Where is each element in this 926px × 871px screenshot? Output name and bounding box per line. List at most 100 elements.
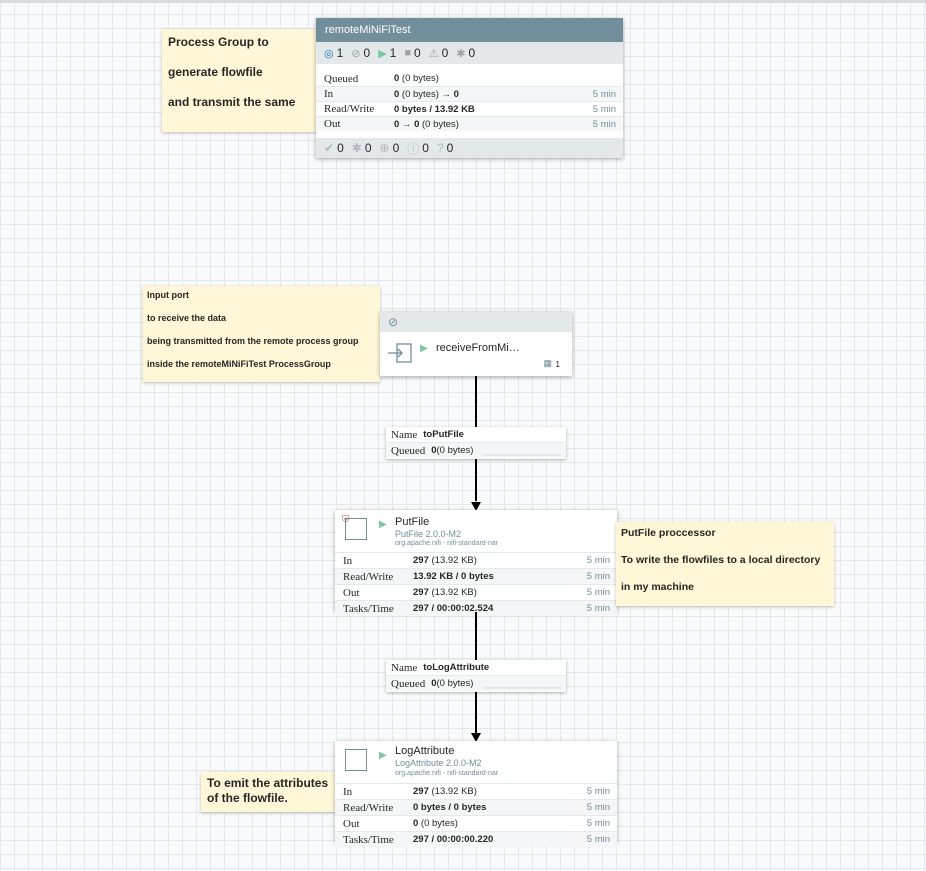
input-port-note[interactable]: Input port to receive the data being tra… xyxy=(143,286,380,382)
logattribute-note[interactable]: To emit the attributes of the flowfile. xyxy=(201,772,335,812)
input-port-icon xyxy=(388,343,412,363)
note-line: To write the flowfiles to a local direct… xyxy=(621,554,821,566)
stat-label: Tasks/Time xyxy=(343,602,394,615)
transmitting-icon: ◎ xyxy=(324,47,334,60)
stat-time: 5 min xyxy=(592,88,616,100)
processor-logattribute[interactable]: ▶ LogAttribute LogAttribute 2.0.0-M2 org… xyxy=(335,741,617,847)
input-port[interactable]: ⊘ ▶ receiveFromMi… ▦ 1 xyxy=(380,312,572,376)
canvas-top-border xyxy=(0,0,926,3)
processor-header: ▶ LogAttribute LogAttribute 2.0.0-M2 org… xyxy=(335,741,617,784)
not-transmitting-icon: ⊘ xyxy=(351,47,361,60)
putfile-note[interactable]: PutFile proccessor To write the flowfile… xyxy=(616,522,834,606)
process-group-status-bar: ◎ 1 ⊘ 0 ▶ 1 ■ 0 ⚠ 0 ✱ 0 xyxy=(316,42,623,64)
stale-count: 0 xyxy=(392,141,400,155)
up-to-date-count: 0 xyxy=(337,141,344,155)
stat-value: 297 (13.92 KB) xyxy=(413,786,477,797)
sync-failure-icon: ? xyxy=(436,141,444,155)
connection-queued-size: (0 bytes) xyxy=(436,678,474,689)
stopped-icon: ■ xyxy=(404,47,412,59)
locally-modified-stale-count: 0 xyxy=(422,141,429,155)
invalid-icon: ⚠ xyxy=(428,47,439,60)
running-icon: ▶ xyxy=(379,519,387,530)
stat-rest: (0 bytes) xyxy=(419,118,459,130)
stat-label: Read/Write xyxy=(343,570,394,583)
stat-value: 0 → 0 (0 bytes) xyxy=(394,119,459,130)
stat-time: 5 min xyxy=(586,571,610,582)
processor-bundle: org.apache.nifi - nifi-standard-nar xyxy=(395,540,499,547)
stat-label: Out xyxy=(343,817,360,830)
connection-name: toLogAttribute xyxy=(423,662,490,673)
connection-name-row: Name toLogAttribute xyxy=(386,660,566,676)
not-transmitting-count: 0 xyxy=(363,46,371,60)
stat-row-read-write: Read/Write 0 bytes / 0 bytes 5 min xyxy=(335,800,617,816)
stat-value: 297 (13.92 KB) xyxy=(413,555,477,566)
up-to-date-icon: ✔ xyxy=(324,141,335,155)
processor-icon xyxy=(345,518,367,540)
stat-rest: (0 bytes) xyxy=(399,88,442,100)
connection-label[interactable]: Name toPutFile Queued 0 (0 bytes) xyxy=(386,427,566,459)
connection-queued-size: (0 bytes) xyxy=(436,445,474,456)
connection-queued-row: Queued 0 (0 bytes) xyxy=(386,676,566,691)
stat-value: 13.92 KB / 0 bytes xyxy=(413,571,494,582)
locally-modified-stale-icon: ⓘ xyxy=(407,141,420,156)
locally-modified-count: 0 xyxy=(364,141,372,155)
processor-type: LogAttribute 2.0.0-M2 xyxy=(395,758,482,768)
stopped-count: 0 xyxy=(414,46,421,60)
stat-value: 0 (0 bytes) → 0 xyxy=(394,89,459,100)
processor-name: LogAttribute xyxy=(395,745,455,757)
note-line: PutFile proccessor xyxy=(621,527,716,539)
stat-row-read-write: Read/Write 0 bytes / 13.92 KB 5 min xyxy=(316,102,623,117)
invalid-count: 0 xyxy=(441,46,449,60)
stat-row-in: In 297 (13.92 KB) 5 min xyxy=(335,784,617,800)
stat-row-tasks: Tasks/Time 297 / 00:00:00.220 5 min xyxy=(335,832,617,847)
processor-icon xyxy=(345,749,367,771)
stat-time: 5 min xyxy=(592,103,616,115)
note-line: To emit the attributes xyxy=(207,776,329,790)
note-line: being transmitted from the remote proces… xyxy=(147,336,359,346)
stat-time: 5 min xyxy=(586,555,610,566)
stat-label: Queued xyxy=(324,72,359,85)
process-group[interactable]: remoteMiNiFiTest ◎ 1 ⊘ 0 ▶ 1 ■ 0 ⚠ 0 ✱ 0 Queue… xyxy=(316,18,623,158)
locally-modified-icon: ✱ xyxy=(351,141,362,155)
stat-label: Read/Write xyxy=(324,103,375,115)
connection-name-label: Name xyxy=(391,428,418,441)
stat-rest: (13.92 KB) xyxy=(428,555,477,566)
processor-putfile[interactable]: ⛨ ▶ PutFile PutFile 2.0.0-M2 org.apache.… xyxy=(335,510,617,616)
stat-bold: 297 / 00:00:02.524 xyxy=(413,603,494,614)
stat-row-out: Out 0 → 0 (0 bytes) 5 min xyxy=(316,117,623,131)
stat-value: 0 (0 bytes) xyxy=(413,818,458,829)
stat-row-in: In 297 (13.92 KB) 5 min xyxy=(335,553,617,569)
connection-queued-label: Queued xyxy=(391,444,426,457)
stat-time: 5 min xyxy=(586,802,610,813)
note-line: Process Group to xyxy=(168,35,269,49)
connection-label[interactable]: Name toLogAttribute Queued 0 (0 bytes) xyxy=(386,660,566,692)
stat-label: Out xyxy=(343,586,360,599)
connection-name-label: Name xyxy=(391,661,418,674)
stat-label: Read/Write xyxy=(343,801,394,814)
stat-bold: 297 xyxy=(413,786,429,797)
stat-value: 0 (0 bytes) xyxy=(394,73,439,84)
stat-time: 5 min xyxy=(586,786,610,797)
stat-bold: 0 bytes / 0 bytes xyxy=(413,802,487,813)
disabled-icon: ✱ xyxy=(456,47,466,60)
queue-progress-bar xyxy=(484,687,561,689)
stat-time: 5 min xyxy=(586,834,610,845)
stat-rest: (0 bytes) xyxy=(418,818,458,829)
stat-bold: 0 bytes / 13.92 KB xyxy=(394,103,475,115)
not-transmitting-icon: ⊘ xyxy=(388,315,399,329)
input-port-name: receiveFromMi… xyxy=(436,342,520,354)
note-line: of the flowfile. xyxy=(207,791,288,805)
running-icon: ▶ xyxy=(379,750,387,761)
stat-row-out: Out 297 (13.92 KB) 5 min xyxy=(335,585,617,601)
process-group-note[interactable]: Process Group to generate flowfile and t… xyxy=(162,29,317,132)
note-line: generate flowfile xyxy=(168,65,263,79)
process-group-name[interactable]: remoteMiNiFiTest xyxy=(316,18,623,42)
stat-bold: 297 / 00:00:00.220 xyxy=(413,834,494,845)
transmitting-count: 1 xyxy=(336,46,344,60)
stat-rest: (0 bytes) xyxy=(399,73,439,84)
stat-value: 297 (13.92 KB) xyxy=(413,587,477,598)
processor-name: PutFile xyxy=(395,516,430,528)
queue-progress-bar xyxy=(484,454,561,456)
stat-rest: (13.92 KB) xyxy=(428,786,477,797)
stat-time: 5 min xyxy=(592,118,616,130)
